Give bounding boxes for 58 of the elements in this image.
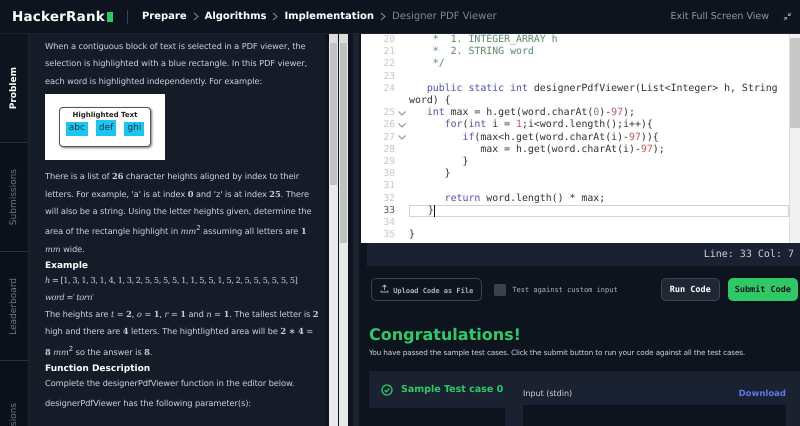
- math-expression: word =′ torn′: [45, 291, 94, 304]
- logo-mark-icon: [106, 12, 113, 22]
- code-line: int max = h.get(word.charAt(0)-97);: [426, 107, 635, 120]
- side-tab[interactable]: Leaderboard: [0, 252, 28, 361]
- code-line: */: [432, 58, 445, 70]
- math-expression: h = [1, 3, 1, 3, 1, 4, 1, 3, 2, 5, 5, 5, 5, 1, 1, 5, 5, 1, 5, 2, 5, 5, 5, 5, 5, 5]: [45, 274, 298, 288]
- code-line: }: [426, 204, 434, 217]
- code-line: for(int i = 1;i<word.length();i++){: [444, 119, 653, 132]
- code-line: max = h.get(word.charAt(i)-97);: [479, 144, 665, 156]
- chevron-icon: [192, 12, 199, 21]
- scrollbar-thumb[interactable]: [340, 43, 347, 243]
- code-line: * 1. INTEGER_ARRAY h: [432, 34, 558, 46]
- code-line: }: [409, 229, 415, 242]
- input-label: Input (stdin): [523, 389, 572, 399]
- code-line: return word.length() * max;: [444, 192, 606, 205]
- breadcrumb-link[interactable]: Algorithms: [204, 11, 266, 22]
- paragraph: When a contiguous block of text is selected in a PDF viewer, the selection is highlighted with a blue rectangle. In this PDF viewer, each word is highlighted independently. For example:: [45, 40, 308, 88]
- upload-icon: [380, 284, 389, 293]
- scrollbar-thumb[interactable]: [330, 43, 337, 185]
- section-heading: Example: [45, 261, 90, 272]
- text-cursor: [434, 204, 435, 217]
- code-line: word) {: [409, 95, 451, 108]
- chevron-icon: [380, 12, 386, 21]
- highlighted-word: abc: [66, 122, 88, 136]
- breadcrumb-link[interactable]: Implementation: [284, 11, 374, 22]
- breadcrumb-link[interactable]: Prepare: [142, 11, 187, 22]
- download-link[interactable]: Download: [738, 389, 786, 399]
- code-line: public static int designerPdfViewer(List<Integer> h, String: [426, 82, 778, 95]
- result-title: Congratulations!: [369, 325, 522, 345]
- section-heading: Function Description: [45, 364, 152, 374]
- chevron-icon: [272, 12, 278, 21]
- breadcrumb-link[interactable]: Designer PDF Viewer: [392, 11, 497, 22]
- scrollbar[interactable]: [329, 34, 338, 426]
- scrollbar[interactable]: [339, 34, 348, 426]
- scrollbar-thumb[interactable]: [790, 38, 800, 128]
- paragraph: There is a list of 26 character heights aligned by index to their letters. For example, 'a' is at index 0 and 'z' is at index 25. There will also be a string. Using the letter heights given, determine the area of the rectangle highlight in mm$^{2}$ assuming all letters are 1 mm wide.: [45, 170, 312, 256]
- code-line: }: [444, 168, 451, 180]
- test-case-tab[interactable]: Sample Test case 0: [369, 371, 505, 408]
- paragraph: designerPdfViewer has the following parameter(s):: [45, 397, 252, 410]
- submit-code-button[interactable]: Submit Code: [728, 278, 798, 301]
- exit-full-screen-link[interactable]: Exit Full Screen View: [670, 11, 769, 22]
- run-code-button[interactable]: Run Code: [660, 278, 720, 301]
- code-line: }: [462, 156, 468, 168]
- cursor-position: Line: 33 Col: 7: [704, 249, 794, 260]
- code-editor[interactable]: [359, 34, 800, 243]
- highlighted-word: ghi: [124, 122, 144, 136]
- checkbox[interactable]: [494, 284, 506, 296]
- editor-scrollbar[interactable]: [789, 34, 800, 243]
- collapse-icon[interactable]: [783, 12, 792, 21]
- code-line: if(max<h.get(word.charAt(i)-97)){: [462, 132, 659, 144]
- paragraph: Complete the designerPdfViewer function in the editor below.: [45, 377, 296, 390]
- highlighted-word: def: [96, 120, 116, 136]
- paragraph: The heights are t = 2, o = 1, r = 1 and n = 1. The tallest letter is 2 high and there are 4 letters. The hightlighted area will be 2 ∗ 4 = 8 mm$^{2}$ so the answer is 8.: [45, 308, 319, 359]
- line-number: 33: [382, 204, 395, 217]
- code-line: * 2. STRING word: [432, 46, 534, 58]
- check-circle-icon: [381, 384, 393, 396]
- side-tab[interactable]: Submissions: [0, 143, 28, 252]
- logo[interactable]: HackerRank: [12, 8, 113, 24]
